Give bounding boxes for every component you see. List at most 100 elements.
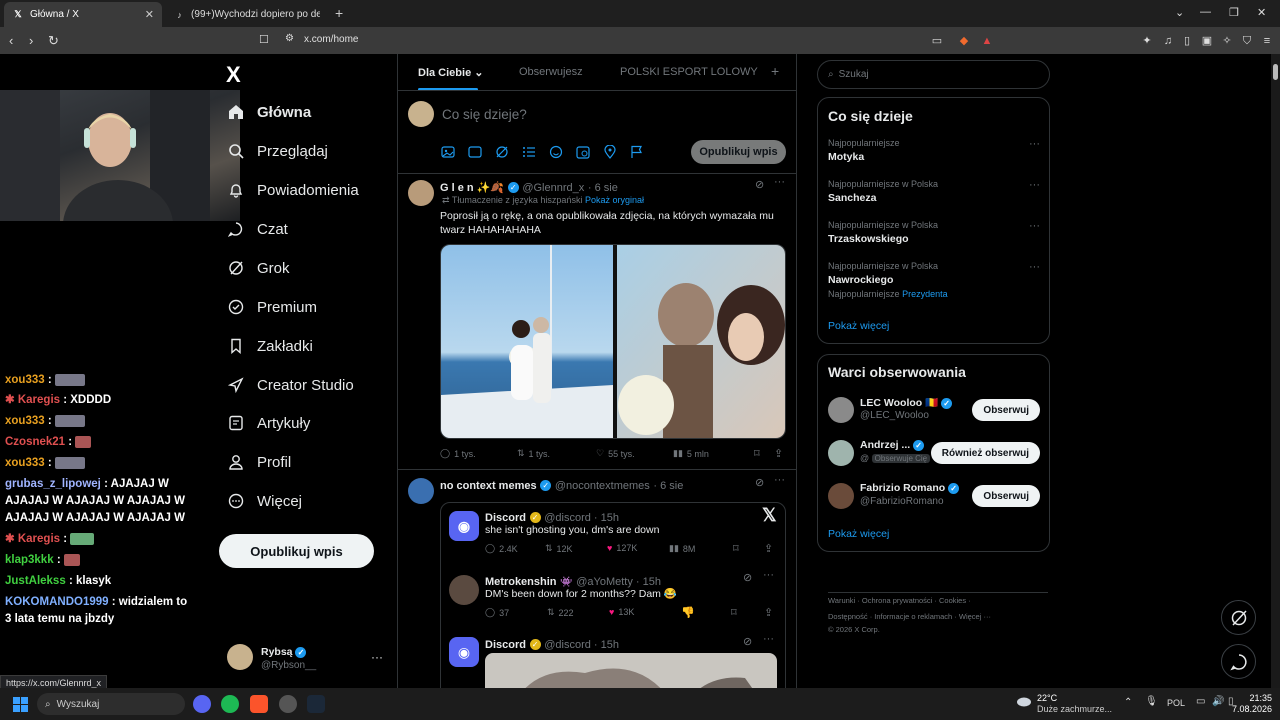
language-indicator[interactable]: POL bbox=[1167, 698, 1185, 708]
tweet-media[interactable] bbox=[440, 244, 786, 439]
tweet[interactable]: G l e n ✨🍂 ✓ @Glennrd_x · 6 sie ⊘ ··· ⇄ … bbox=[398, 174, 796, 470]
nav-notifications[interactable]: Powiadomienia bbox=[228, 175, 359, 205]
trend-link[interactable]: Prezydenta bbox=[902, 289, 948, 299]
flag-icon[interactable] bbox=[630, 145, 644, 159]
weather-icon[interactable] bbox=[1015, 692, 1031, 708]
reply-button[interactable]: ◯ 1 tys. bbox=[440, 448, 476, 459]
steam-app-icon[interactable] bbox=[307, 695, 325, 713]
wallet-icon[interactable]: ▣ bbox=[1200, 34, 1214, 48]
bookmark-button[interactable]: ⌑ bbox=[754, 447, 760, 460]
follow-button[interactable]: Obserwuj bbox=[972, 399, 1040, 421]
nav-premium[interactable]: Premium bbox=[228, 292, 317, 322]
menu-icon[interactable]: ≡ bbox=[1260, 34, 1274, 48]
reload-button[interactable]: ↻ bbox=[48, 33, 59, 49]
like-button[interactable]: ♡ 55 tys. bbox=[596, 448, 635, 459]
extensions-icon[interactable]: ✦ bbox=[1140, 34, 1154, 48]
windows-start-icon[interactable] bbox=[13, 697, 28, 712]
follow-suggestion[interactable]: LEC Wooloo 🇷🇴 ✓ @LEC_Wooloo Obserwuj bbox=[828, 395, 1040, 429]
maximize-button[interactable]: ❐ bbox=[1229, 6, 1239, 19]
nav-bookmarks[interactable]: Zakładki bbox=[228, 331, 313, 361]
search-input[interactable]: ⌕ Szukaj bbox=[817, 60, 1050, 89]
tweet-handle[interactable]: @nocontextmemes bbox=[555, 480, 650, 492]
nav-more[interactable]: Więcej bbox=[228, 486, 302, 516]
tweet-handle[interactable]: @Glennrd_x bbox=[522, 182, 584, 194]
avatar[interactable] bbox=[408, 180, 434, 206]
gif-icon[interactable] bbox=[468, 145, 482, 159]
tab-list-icon[interactable]: ⌄ bbox=[1175, 6, 1184, 19]
nav-articles[interactable]: Artykuły bbox=[228, 408, 310, 438]
compose-post-button[interactable]: Opublikuj wpis bbox=[691, 140, 786, 164]
scrollbar-thumb[interactable] bbox=[1273, 64, 1278, 80]
clock[interactable]: 21:35 7.08.2026 bbox=[1232, 693, 1272, 715]
trend-item[interactable]: Najpopularniejsze Motyka ··· bbox=[828, 138, 1040, 163]
more-icon[interactable]: ··· bbox=[774, 176, 785, 188]
new-tab-button[interactable]: + bbox=[335, 5, 343, 21]
bookmark-page-icon[interactable]: ☐ bbox=[259, 33, 269, 46]
nav-profile[interactable]: Profil bbox=[228, 447, 291, 477]
tray-chevron-icon[interactable]: ⌃ bbox=[1124, 697, 1132, 708]
grok-explain-icon[interactable]: ⊘ bbox=[755, 178, 764, 191]
more-icon[interactable]: ··· bbox=[1029, 220, 1040, 232]
close-tab-icon[interactable]: ✕ bbox=[145, 8, 154, 21]
more-icon[interactable]: ··· bbox=[774, 474, 785, 486]
more-icon[interactable]: ··· bbox=[1029, 261, 1040, 273]
repost-button[interactable]: ⇅ 1 tys. bbox=[517, 448, 550, 459]
more-icon[interactable]: ··· bbox=[1029, 179, 1040, 191]
follow-back-button[interactable]: Również obserwuj bbox=[930, 442, 1040, 464]
post-button[interactable]: Opublikuj wpis bbox=[219, 534, 374, 568]
sidebar-icon[interactable]: ▯ bbox=[1180, 34, 1194, 48]
footer-row[interactable]: Dostępność · Informacje o reklamach · Wi… bbox=[828, 609, 1048, 625]
tab-following[interactable]: Obserwujesz bbox=[519, 66, 583, 78]
weather-widget[interactable]: 22°C Duże zachmurze... bbox=[1037, 693, 1112, 715]
brave-app-icon[interactable] bbox=[250, 695, 268, 713]
schedule-icon[interactable] bbox=[576, 145, 590, 159]
messages-fab-button[interactable] bbox=[1221, 644, 1256, 679]
more-icon[interactable]: ··· bbox=[371, 650, 383, 664]
trend-item[interactable]: Najpopularniejsze w Polska Trzaskowskieg… bbox=[828, 220, 1040, 245]
more-icon[interactable]: ··· bbox=[1029, 138, 1040, 150]
avatar[interactable] bbox=[408, 478, 434, 504]
follow-suggestion[interactable]: Fabrizio Romano ✓ @FabrizioRomano Obserw… bbox=[828, 481, 1040, 515]
nav-creator-studio[interactable]: Creator Studio bbox=[228, 370, 354, 400]
tweet-author[interactable]: no context memes bbox=[440, 480, 537, 492]
tab-community[interactable]: POLSKI ESPORT LOLOWY bbox=[620, 66, 758, 78]
tab-tiktok[interactable]: ♪ (99+)Wychodzi dopiero po deszczu bbox=[166, 2, 328, 27]
site-info-icon[interactable]: ⚙ bbox=[285, 33, 294, 44]
taskbar-search[interactable]: ⌕ Wyszukaj bbox=[37, 693, 185, 715]
volume-icon[interactable]: 🔊 bbox=[1212, 696, 1224, 707]
footer-row[interactable]: Warunki · Ochrona prywatności · Cookies … bbox=[828, 593, 1048, 609]
views-button[interactable]: ▮▮ 5 mln bbox=[673, 448, 709, 459]
trend-item[interactable]: Najpopularniejsze w Polska Nawrockiego N… bbox=[828, 261, 1040, 299]
show-more-trends-link[interactable]: Pokaż więcej bbox=[828, 320, 889, 332]
trend-item[interactable]: Najpopularniejsze w Polska Sancheza ··· bbox=[828, 179, 1040, 204]
tweet-time[interactable]: · 6 sie bbox=[653, 480, 683, 492]
obs-app-icon[interactable] bbox=[279, 695, 297, 713]
quoted-image[interactable]: ◉ Discord ✓ @discord · 15h 𝕏 she isn't g… bbox=[440, 502, 786, 688]
discord-app-icon[interactable] bbox=[193, 695, 211, 713]
back-button[interactable]: ‹ bbox=[9, 33, 13, 48]
nav-home[interactable]: Główna bbox=[228, 97, 311, 127]
grok-explain-icon[interactable]: ⊘ bbox=[755, 476, 764, 489]
close-window-button[interactable]: ✕ bbox=[1257, 6, 1266, 19]
nav-grok[interactable]: Grok bbox=[228, 253, 290, 283]
forward-button[interactable]: › bbox=[29, 33, 33, 48]
music-icon[interactable]: ♫ bbox=[1161, 34, 1175, 48]
share-button[interactable]: ⇪ bbox=[774, 447, 783, 460]
spotify-app-icon[interactable] bbox=[221, 695, 239, 713]
tweet-time[interactable]: · 6 sie bbox=[588, 182, 618, 194]
tab-home[interactable]: 𝕏 Główna / X ✕ bbox=[4, 2, 162, 27]
tab-for-you[interactable]: Dla Ciebie ⌄ bbox=[418, 66, 483, 79]
compose-input[interactable]: Co się dzieje? bbox=[442, 107, 527, 122]
microphone-icon[interactable]: 🎙 bbox=[1145, 696, 1158, 707]
tweet[interactable]: no context memes ✓ @nocontextmemes · 6 s… bbox=[398, 470, 796, 688]
add-tab-icon[interactable]: + bbox=[771, 63, 779, 79]
location-icon[interactable] bbox=[603, 145, 617, 159]
cast-icon[interactable]: ▭ bbox=[930, 34, 944, 48]
grok-fab-button[interactable] bbox=[1221, 600, 1256, 635]
grok-compose-icon[interactable] bbox=[495, 145, 509, 159]
scrollbar[interactable] bbox=[1271, 54, 1280, 688]
follow-suggestion[interactable]: Andrzej ... ✓ @ Obserwuje Cię Również ob… bbox=[828, 438, 1040, 472]
tweet-author[interactable]: G l e n ✨🍂 bbox=[440, 182, 504, 194]
show-more-follows-link[interactable]: Pokaż więcej bbox=[828, 528, 889, 540]
minimize-button[interactable]: — bbox=[1200, 6, 1211, 18]
